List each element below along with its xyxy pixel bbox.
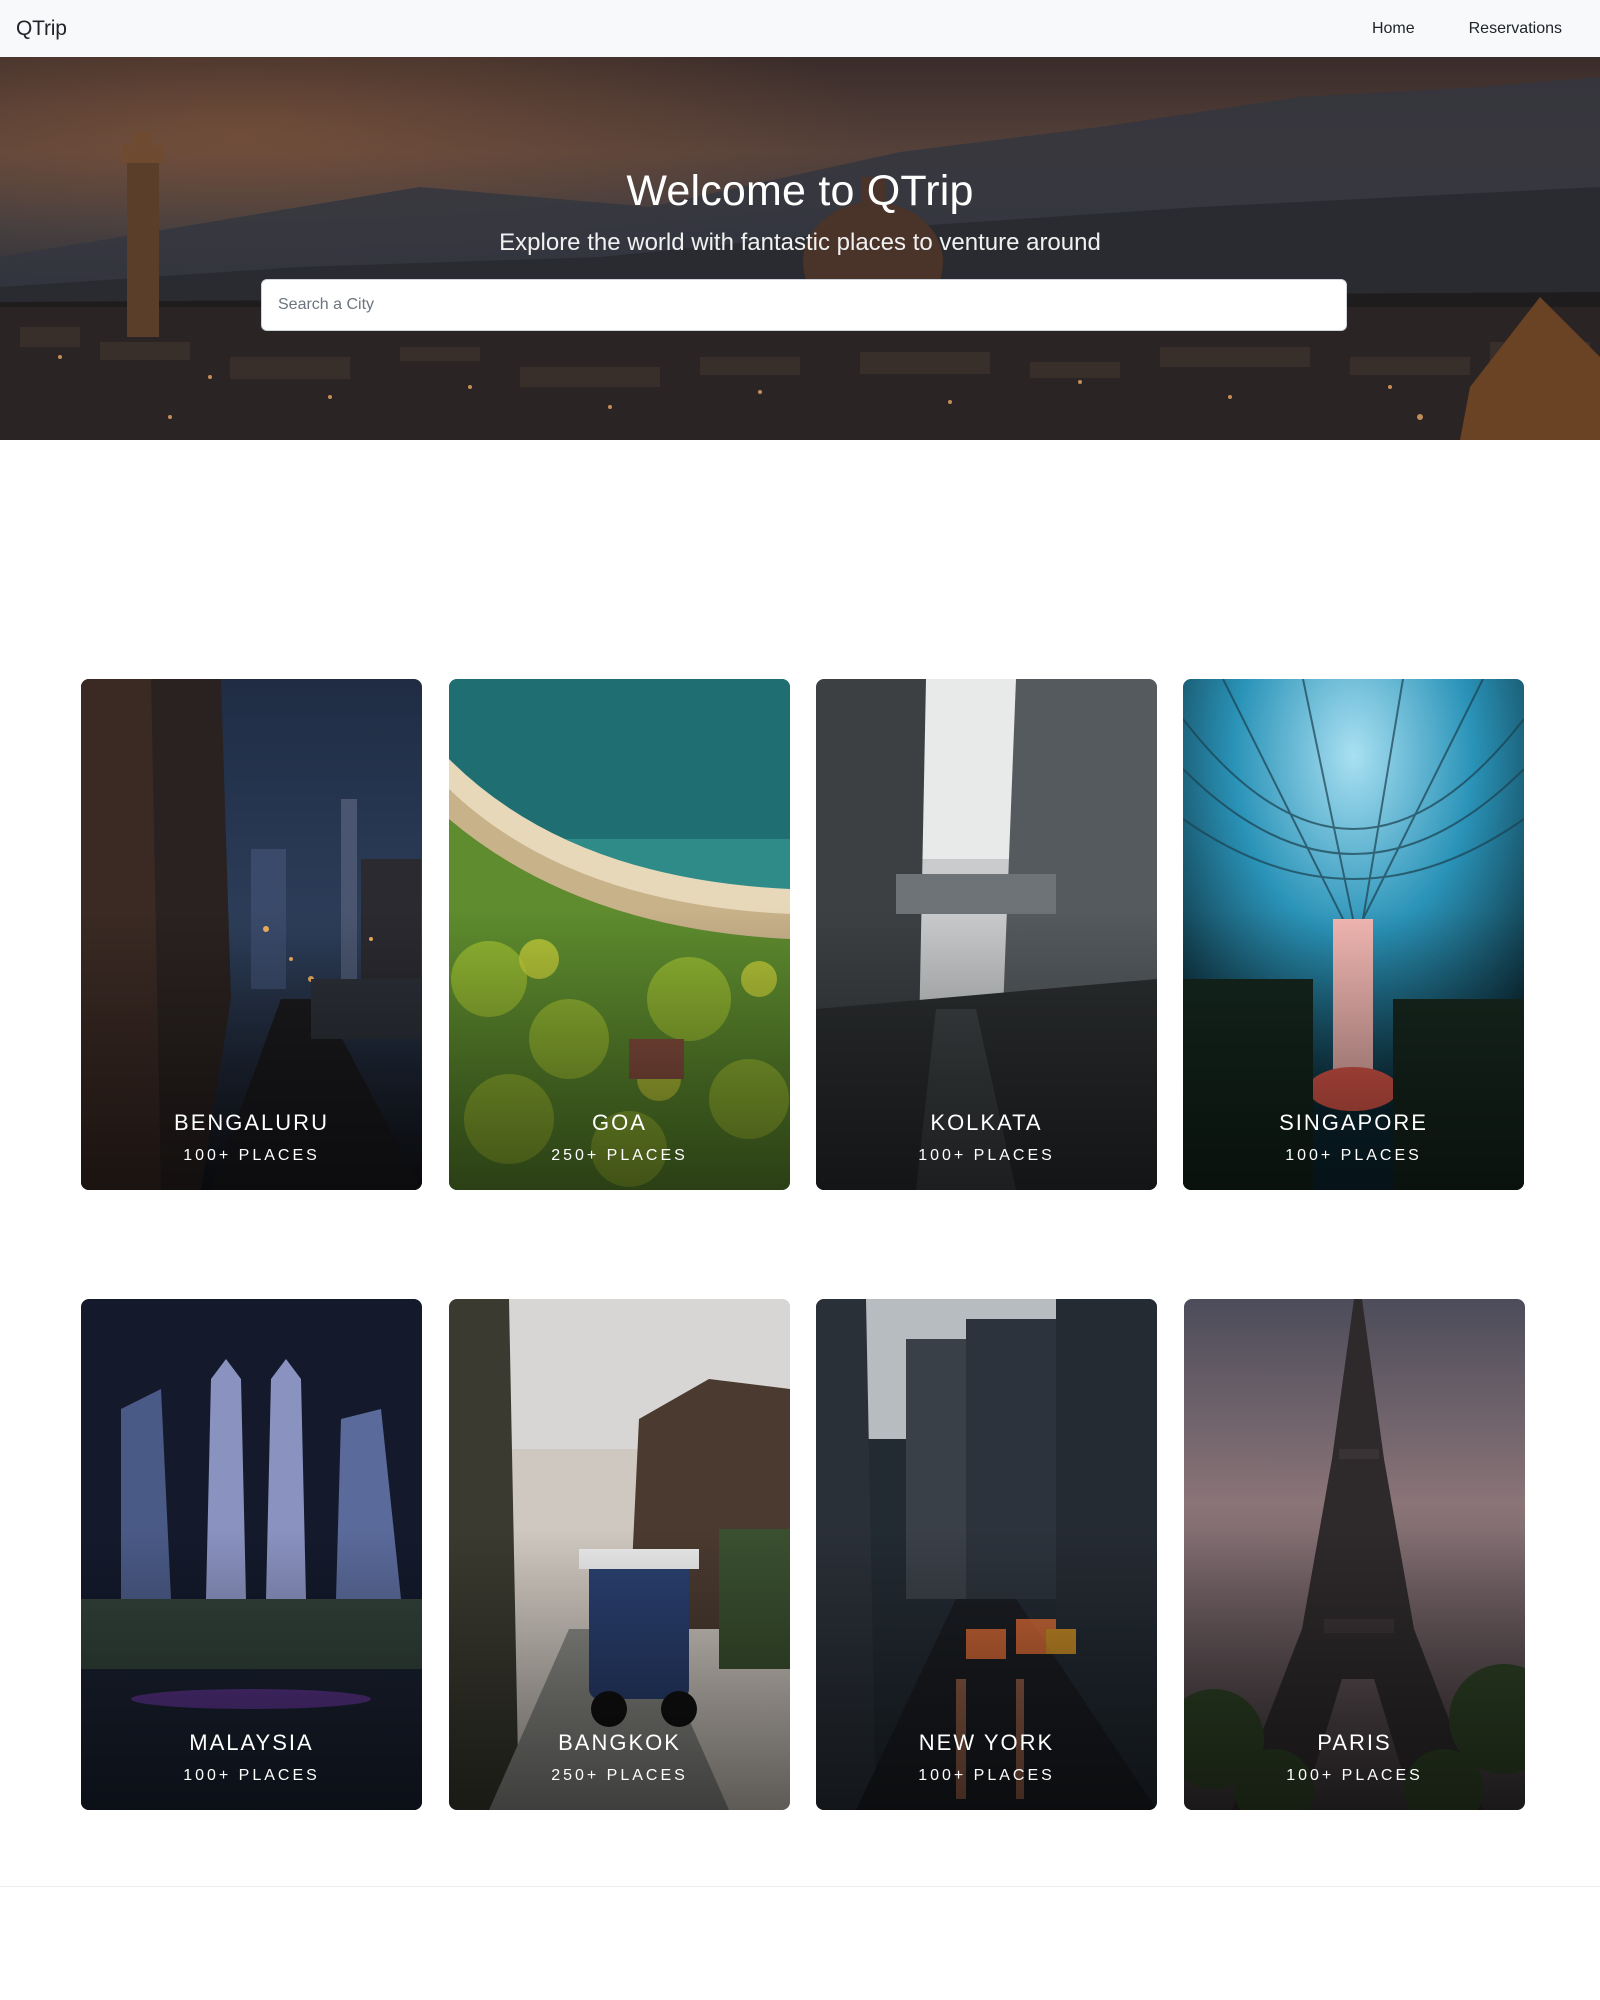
navbar: QTrip Home Reservations xyxy=(0,0,1600,57)
city-places-count: 100+ PLACES xyxy=(1286,1767,1423,1784)
city-name: NEW YORK xyxy=(918,1730,1055,1755)
city-places-count: 100+ PLACES xyxy=(918,1767,1055,1784)
city-name: GOA xyxy=(592,1110,647,1135)
city-card-new-york[interactable]: NEW YORK 100+ PLACES xyxy=(816,1299,1157,1810)
city-card-bengaluru[interactable]: BENGALURU 100+ PLACES xyxy=(81,679,422,1190)
hero-title: Welcome to QTrip xyxy=(626,167,974,215)
city-card-malaysia[interactable]: MALAYSIA 100+ PLACES xyxy=(81,1299,422,1810)
city-places-count: 100+ PLACES xyxy=(183,1147,320,1164)
hero-content: Welcome to QTrip Explore the world with … xyxy=(0,57,1600,440)
city-name: SINGAPORE xyxy=(1279,1110,1428,1135)
city-card-bangkok[interactable]: BANGKOK 250+ PLACES xyxy=(449,1299,790,1810)
hero-banner: Welcome to QTrip Explore the world with … xyxy=(0,57,1600,440)
city-card-paris[interactable]: PARIS 100+ PLACES xyxy=(1184,1299,1525,1810)
city-places-count: 100+ PLACES xyxy=(918,1147,1055,1164)
nav-link-reservations[interactable]: Reservations xyxy=(1442,20,1562,38)
city-name: PARIS xyxy=(1317,1730,1392,1755)
hero-subtitle: Explore the world with fantastic places … xyxy=(499,229,1101,256)
city-name: BENGALURU xyxy=(174,1110,329,1135)
city-name: BANGKOK xyxy=(558,1730,681,1755)
nav-link-home[interactable]: Home xyxy=(1345,20,1442,38)
city-places-count: 100+ PLACES xyxy=(1285,1147,1422,1164)
nav-links: Home Reservations xyxy=(1345,20,1562,38)
city-places-count: 100+ PLACES xyxy=(183,1767,320,1784)
city-places-count: 250+ PLACES xyxy=(551,1147,688,1164)
city-name: MALAYSIA xyxy=(189,1730,314,1755)
city-name: KOLKATA xyxy=(930,1110,1043,1135)
brand-logo[interactable]: QTrip xyxy=(16,17,67,41)
city-search-input[interactable] xyxy=(261,279,1347,331)
city-card-goa[interactable]: GOA 250+ PLACES xyxy=(449,679,790,1190)
city-places-count: 250+ PLACES xyxy=(551,1767,688,1784)
city-card-kolkata[interactable]: KOLKATA 100+ PLACES xyxy=(816,679,1157,1190)
footer-divider xyxy=(0,1886,1600,1887)
city-card-singapore[interactable]: SINGAPORE 100+ PLACES xyxy=(1183,679,1524,1190)
